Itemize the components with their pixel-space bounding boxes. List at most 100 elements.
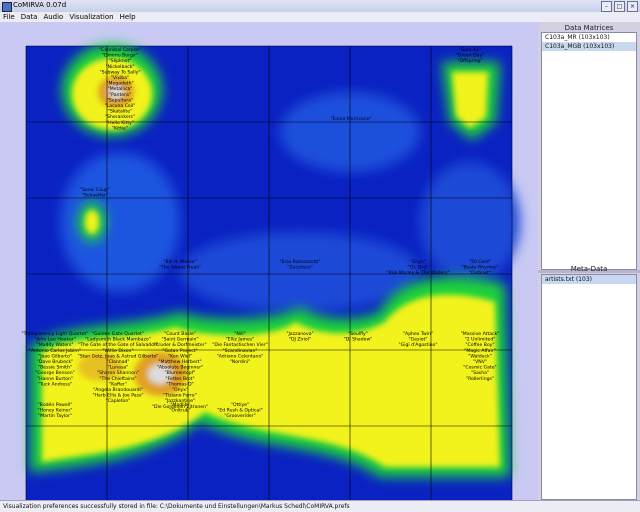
artist-name: "Bob Marley & The Wailers" [386,270,449,276]
cluster-label: "Bodén Powell" "Honey Keiner" "Martin Tayl… [38,401,73,419]
artist-name: "Tiziano Ferro" [163,393,196,399]
artist-name: "Muddy Waters" [36,342,73,348]
artist-name: "Sasha" [471,370,489,376]
artist-name: "2 Unlimited" [465,337,496,343]
right-sidebar: Data Matrices C103a_MR (103x103) C103a_M… [538,22,640,500]
list-item[interactable]: artists.txt (103) [542,275,636,284]
artist-name: "Martin Taylor" [38,413,72,419]
artist-name: "Saint Germain" [161,337,198,343]
artist-name: "Bessie Smith" [38,365,72,371]
menu-audio[interactable]: Audio [43,12,63,22]
artist-name: "Sharon Shannon" [97,370,139,376]
artist-name: "Kittie" [112,125,128,131]
artist-name: "Subway To Sally" [99,69,140,75]
artist-name: "Lunasa" [108,365,129,371]
artist-name: "Massive Attack" [461,331,500,337]
artist-name: "Ottiye" [231,402,249,408]
artist-name: "VNV" [473,359,487,365]
list-item[interactable]: C103a_MR (103x103) [542,33,636,42]
artist-name: "The Gate of the Gate of Salvador" [78,342,158,348]
visualization-pane[interactable]: "Cannibal Corpse" "Dimmu Borgir" "Slipknot… [0,22,538,503]
artist-name: "Tuck Andress" [38,381,72,387]
artist-name: "Honey Keiner" [38,408,73,414]
artist-name: "Count Basie" [164,331,196,337]
artist-name: "Skatalite" [108,109,132,115]
artist-name: "Ed Rush & Optical" [217,408,262,414]
artist-name: "Rollerlings" [466,376,494,382]
artist-name: "Fettes Brot" [165,376,194,382]
artist-name: "Slipknot" [109,58,132,64]
artist-name: "Die Fantastischen Vier" [212,342,267,348]
minimize-button[interactable]: – [601,1,612,12]
artist-name: "Pantera" [109,92,131,98]
artist-name: "Kaffer" [109,381,127,387]
artist-name: "Ennio Morricone" [330,116,371,122]
menu-file[interactable]: File [3,12,15,22]
artist-name: "Offspring" [457,58,482,64]
list-item[interactable]: C103a_MGB (103x103) [542,42,636,51]
artist-name: "DJ Ziriol" [289,337,311,343]
artist-name: "DJ Shadow" [344,337,373,343]
artist-name: "Hello Kitty" [106,120,134,126]
menu-help[interactable]: Help [120,12,136,22]
artist-name: "Joao Gilberto" [38,353,72,359]
artist-name: "Nill" [234,331,246,337]
meta-data-title: Meta-Data [570,265,608,273]
close-button[interactable]: × [627,1,638,12]
artist-name: "Megadeth" [106,81,133,87]
cluster-label: "Madlib" "Onitrub" [169,402,191,414]
menu-data[interactable]: Data [21,12,38,22]
artist-name: "Dr. Dre" [408,265,428,271]
artist-name: "Sherankers" [105,114,135,120]
artist-name: "Stan Getz, Joao & Astrud Gilberto" [78,353,159,359]
artist-name: "Grooverider" [224,413,256,419]
artist-name: "Bill H. Moore" [163,259,196,265]
meta-data-list[interactable]: artists.txt (103) [541,274,637,500]
artist-name: "Coffee Boy" [465,342,494,348]
data-matrices-title: Data Matrices [564,24,614,32]
artist-name: "Metallica" [108,86,133,92]
menu-visualization[interactable]: Visualization [69,12,113,22]
artist-name: "Zucchero" [287,265,313,271]
artist-name: "Blumentopf" [165,370,196,376]
artist-name: "Waldeck" [468,353,492,359]
artist-name: "Nickelback" [106,64,135,70]
maximize-button[interactable]: □ [614,1,625,12]
artist-name: "Golden Gate Quartet" [92,331,144,337]
artist-name: "The Sweet Freak" [159,265,201,271]
artist-name: "Capleton" [106,398,131,404]
artist-name: "John Lee Hooker" [34,337,76,343]
artist-name: "The Chieftains" [99,376,136,382]
artist-name: "Antonio Carlos Jobim" [29,348,81,354]
artist-name: "Lacuna Coil" [105,103,136,109]
artist-name: "Dimmu Borgir" [102,53,138,59]
menu-bar: File Data Audio Visualization Help [0,12,640,22]
artist-name: "Vixiba" [111,75,129,81]
artist-name: "Absolute Beginner" [157,365,203,371]
artist-name: "Elliz James" [226,337,255,343]
cluster-label: "Jazzanova" "DJ Ziriol" [286,331,313,343]
artist-name: "Herb Ellis & Joe Pass" [92,393,143,399]
artist-name: "Madlib" [170,402,189,408]
cluster-label: "Bill H. Moore" "The Sweet Freak" [159,259,201,271]
artist-name: "Angela Brandouardi" [93,387,143,393]
artist-name: "Enya" [410,259,426,265]
artist-name: "Onyx" [172,387,188,393]
artist-name: "50 Cent" [469,259,491,265]
islands-of-music-map[interactable]: "Cannibal Corpse" "Dimmu Borgir" "Slipknot… [0,22,538,503]
status-bar: Visualization preferences successfully s… [0,500,640,512]
artist-name: "Willie Dixon" [102,348,133,354]
data-matrices-list[interactable]: C103a_MR (103x103) C103a_MGB (103x103) [541,32,637,270]
artist-name: "Gesiot" [409,337,428,343]
artist-name: "Dave Brubeck" [37,359,73,365]
status-text: Visualization preferences successfully s… [3,503,350,510]
artist-name: "Ladysmith Black Mambazo" [85,337,151,343]
artist-name: "Onitrub" [169,408,191,414]
cluster-label: "Sum 41" "Green Day" "Offspring" [456,47,485,64]
artist-name: "Nordini" [230,359,251,365]
artist-name: "George Benson" [35,370,74,376]
artist-name: "Gotan Project" [162,348,197,354]
artist-name: "Eros Ramazzotti" [279,259,320,265]
artist-name: "Hanne Burton" [37,376,73,382]
artist-name: "Cosmic Gate" [463,365,496,371]
